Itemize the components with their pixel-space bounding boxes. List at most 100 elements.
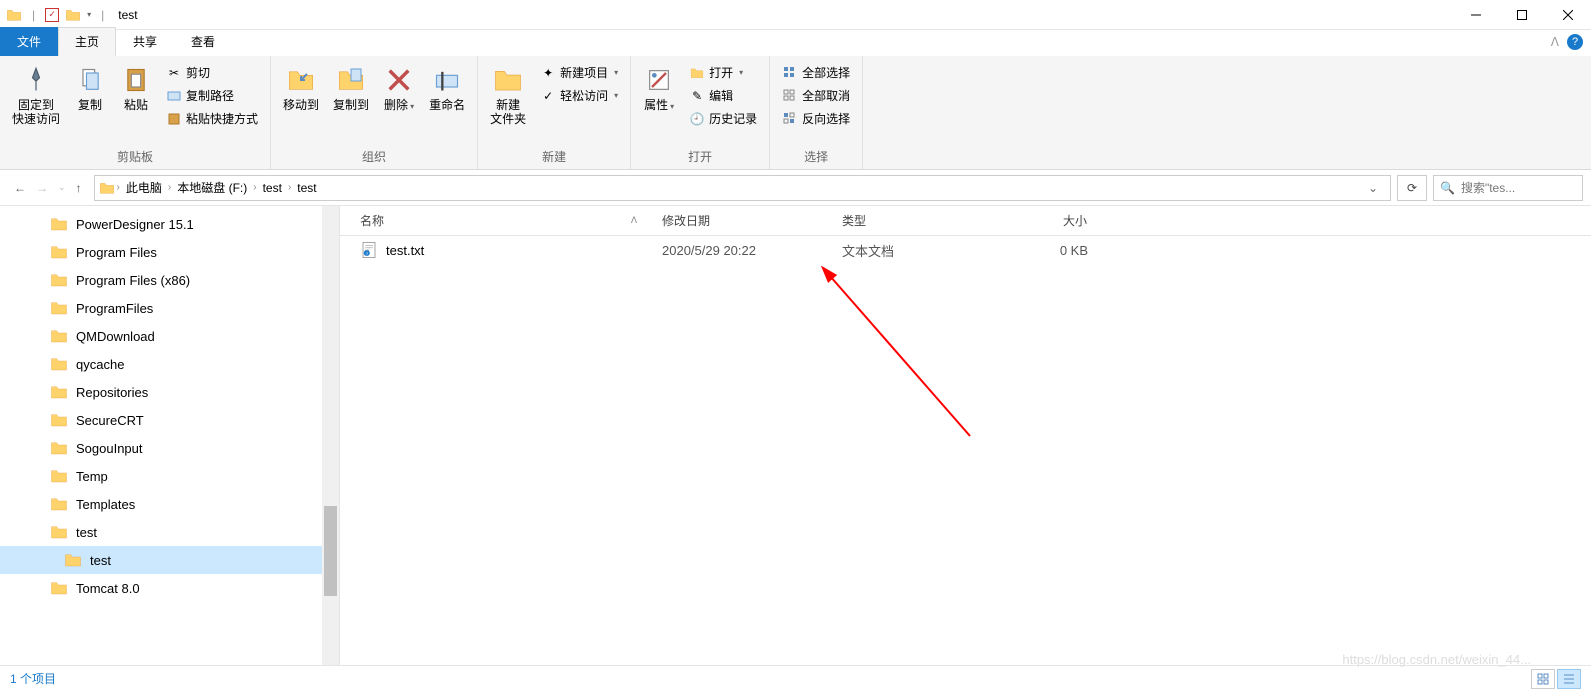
select-all-button[interactable]: 全部选择	[780, 62, 852, 83]
qat-checkbox-icon[interactable]: ✓	[45, 8, 59, 22]
folder-icon	[50, 215, 68, 233]
column-type[interactable]: 类型	[830, 212, 980, 229]
tree-item-label: SogouInput	[76, 441, 143, 456]
copy-path-button[interactable]: 复制路径	[164, 85, 260, 106]
tree-item-label: Tomcat 8.0	[76, 581, 140, 596]
ribbon-tabs: 文件 主页 共享 查看 ᐱ ?	[0, 30, 1591, 56]
cut-button[interactable]: ✂剪切	[164, 62, 260, 83]
navigation-pane[interactable]: PowerDesigner 15.1 Program Files Program F…	[0, 206, 340, 665]
delete-button[interactable]: 删除▾	[377, 60, 421, 118]
folder-icon	[50, 355, 68, 373]
crumb-folder[interactable]: test	[259, 179, 286, 197]
moveto-button[interactable]: 移动到	[277, 60, 325, 116]
tree-item[interactable]: Tomcat 8.0	[0, 574, 339, 602]
tree-item[interactable]: Repositories	[0, 378, 339, 406]
tree-item-label: SecureCRT	[76, 413, 144, 428]
minimize-button[interactable]	[1453, 0, 1499, 30]
app-folder-icon	[6, 7, 22, 23]
file-name: test.txt	[386, 243, 424, 258]
file-type: 文本文档	[830, 241, 980, 260]
group-select: 全部选择 全部取消 反向选择 选择	[770, 56, 863, 169]
watermark-text: https://blog.csdn.net/weixin_44...	[1342, 652, 1531, 667]
paste-button[interactable]: 粘贴	[114, 60, 158, 116]
tree-item-label: QMDownload	[76, 329, 155, 344]
tree-item[interactable]: PowerDesigner 15.1	[0, 210, 339, 238]
view-thumbnails-button[interactable]	[1531, 669, 1555, 689]
file-list-pane[interactable]: 名称ᐱ 修改日期 类型 大小 test.txt2020/5/29 20:22文本…	[340, 206, 1591, 665]
crumb-sep-icon[interactable]: ›	[117, 182, 120, 193]
tree-item[interactable]: Program Files	[0, 238, 339, 266]
folder-icon	[50, 523, 68, 541]
back-button[interactable]: ←	[14, 181, 26, 195]
crumb-folder[interactable]: test	[293, 179, 320, 197]
tab-home[interactable]: 主页	[58, 27, 116, 56]
maximize-button[interactable]	[1499, 0, 1545, 30]
tree-item[interactable]: qycache	[0, 350, 339, 378]
copyto-button[interactable]: 复制到	[327, 60, 375, 116]
group-new: 新建 文件夹 ✦新建项目▾ ✓轻松访问▾ 新建	[478, 56, 631, 169]
tree-item[interactable]: QMDownload	[0, 322, 339, 350]
crumb-drive[interactable]: 本地磁盘 (F:)	[173, 177, 251, 198]
column-size[interactable]: 大小	[980, 212, 1100, 229]
refresh-button[interactable]: ⟳	[1397, 175, 1427, 201]
help-icon[interactable]: ?	[1567, 34, 1583, 50]
qat-folder-icon[interactable]	[65, 7, 81, 23]
search-box[interactable]: 🔍 搜索"tes...	[1433, 175, 1583, 201]
tree-item-label: Templates	[76, 497, 135, 512]
forward-button[interactable]: →	[36, 181, 48, 195]
navigation-bar: ← → ⌄ ↑ › 此电脑 › 本地磁盘 (F:) › test › test …	[0, 170, 1591, 206]
crumb-sep-icon[interactable]: ›	[253, 182, 256, 193]
recent-dropdown-icon[interactable]: ⌄	[58, 182, 66, 193]
tree-item[interactable]: test	[0, 546, 339, 574]
tree-item[interactable]: SogouInput	[0, 434, 339, 462]
crumb-pc[interactable]: 此电脑	[122, 177, 166, 198]
new-folder-button[interactable]: 新建 文件夹	[484, 60, 532, 130]
folder-icon	[50, 411, 68, 429]
crumb-sep-icon[interactable]: ›	[288, 182, 291, 193]
crumb-sep-icon[interactable]: ›	[168, 182, 171, 193]
tree-item[interactable]: ProgramFiles	[0, 294, 339, 322]
file-row[interactable]: test.txt2020/5/29 20:22文本文档0 KB	[340, 236, 1591, 264]
group-label-organize: 组织	[277, 146, 471, 167]
tab-view[interactable]: 查看	[174, 27, 232, 56]
folder-icon	[50, 271, 68, 289]
properties-button[interactable]: 属性▾	[637, 60, 681, 118]
column-name[interactable]: 名称ᐱ	[340, 212, 650, 229]
edit-button[interactable]: ✎编辑	[687, 85, 759, 106]
up-button[interactable]: ↑	[76, 181, 82, 195]
sort-indicator-icon: ᐱ	[631, 215, 637, 226]
collapse-ribbon-icon[interactable]: ᐱ	[1551, 35, 1559, 49]
paste-shortcut-button[interactable]: 粘贴快捷方式	[164, 108, 260, 129]
tree-item-label: Program Files	[76, 245, 157, 260]
group-label-clipboard: 剪贴板	[6, 146, 264, 167]
invert-selection-button[interactable]: 反向选择	[780, 108, 852, 129]
tree-item-label: qycache	[76, 357, 124, 372]
tree-item[interactable]: Temp	[0, 462, 339, 490]
tree-item[interactable]: Templates	[0, 490, 339, 518]
tab-file[interactable]: 文件	[0, 27, 58, 56]
folder-icon	[50, 243, 68, 261]
folder-icon	[50, 383, 68, 401]
pin-to-quickaccess-button[interactable]: 固定到 快速访问	[6, 60, 66, 130]
tree-item[interactable]: Program Files (x86)	[0, 266, 339, 294]
column-date[interactable]: 修改日期	[650, 212, 830, 229]
address-bar[interactable]: › 此电脑 › 本地磁盘 (F:) › test › test ⌄	[94, 175, 1391, 201]
qat-dropdown-icon[interactable]: ▾	[87, 10, 91, 19]
new-item-button[interactable]: ✦新建项目▾	[538, 62, 620, 83]
select-none-button[interactable]: 全部取消	[780, 85, 852, 106]
address-dropdown-icon[interactable]: ⌄	[1360, 181, 1386, 195]
view-details-button[interactable]	[1557, 669, 1581, 689]
scrollbar-thumb[interactable]	[324, 506, 337, 596]
close-button[interactable]	[1545, 0, 1591, 30]
copy-button[interactable]: 复制	[68, 60, 112, 116]
history-button[interactable]: 🕘历史记录	[687, 108, 759, 129]
open-button[interactable]: 打开▾	[687, 62, 759, 83]
folder-icon	[50, 495, 68, 513]
easy-access-button[interactable]: ✓轻松访问▾	[538, 85, 620, 106]
rename-button[interactable]: 重命名	[423, 60, 471, 116]
group-label-open: 打开	[637, 146, 763, 167]
tree-item[interactable]: test	[0, 518, 339, 546]
tab-share[interactable]: 共享	[116, 27, 174, 56]
tree-item[interactable]: SecureCRT	[0, 406, 339, 434]
sidebar-scrollbar[interactable]	[322, 206, 339, 665]
